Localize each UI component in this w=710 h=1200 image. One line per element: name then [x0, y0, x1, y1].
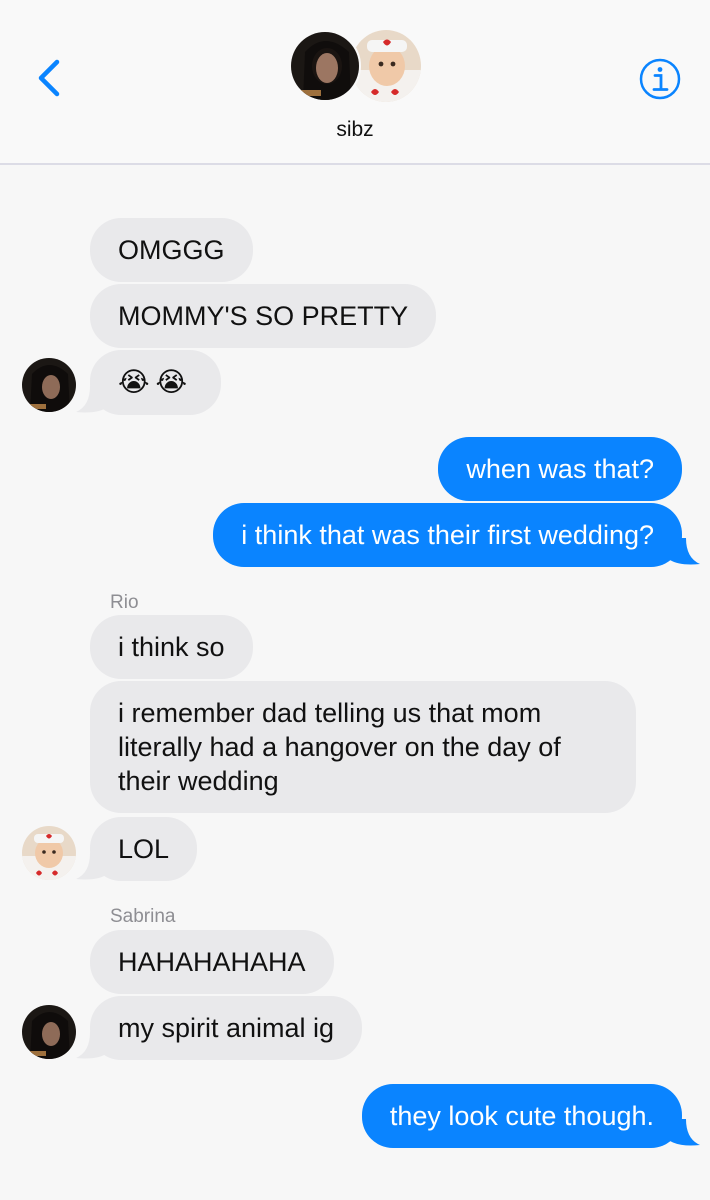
message-text: when was that? [466, 454, 654, 484]
message-text: LOL [118, 834, 170, 864]
group-avatar[interactable] [289, 30, 424, 104]
bubble-tail [670, 1119, 700, 1146]
bubble-tail [76, 1032, 106, 1059]
conversation-header: sibz [0, 0, 710, 165]
message-text: MOMMY'S SO PRETTY [118, 301, 409, 331]
conversation-title[interactable]: sibz [0, 118, 710, 142]
bubble-tail [76, 386, 106, 413]
participant-avatar-rio [351, 30, 421, 102]
bubble-tail [76, 853, 106, 880]
sender-name: Sabrina [110, 906, 176, 927]
message-bubble-outgoing[interactable]: when was that? [438, 437, 682, 501]
message-bubble-outgoing[interactable]: i think that was their first wedding? [213, 503, 682, 567]
message-text: HAHAHAHAHA [118, 947, 306, 977]
sender-avatar-sabrina[interactable] [22, 1005, 76, 1059]
message-bubble-incoming[interactable]: HAHAHAHAHA [90, 930, 334, 994]
message-text: i think that was their first wedding? [241, 520, 654, 550]
message-bubble-incoming[interactable]: MOMMY'S SO PRETTY [90, 284, 437, 348]
message-bubble-incoming[interactable]: my spirit animal ig [90, 996, 363, 1060]
sender-name: Rio [110, 592, 139, 613]
message-bubble-incoming[interactable]: LOL [90, 817, 198, 881]
chevron-left-icon [38, 59, 60, 97]
message-bubble-incoming[interactable]: 😭😭 [90, 350, 222, 415]
message-bubble-incoming[interactable]: i think so [90, 615, 253, 679]
message-bubble-incoming[interactable]: i remember dad telling us that mom liter… [90, 681, 636, 813]
bubble-tail [670, 538, 700, 565]
message-text: they look cute though. [389, 1101, 654, 1131]
message-bubble-incoming[interactable]: OMGGG [90, 218, 253, 282]
back-button[interactable] [30, 56, 70, 100]
message-text: 😭😭 [118, 367, 194, 398]
participant-avatar-sabrina [289, 30, 361, 102]
message-bubble-outgoing[interactable]: they look cute though. [361, 1084, 682, 1148]
message-text: i think so [118, 632, 225, 662]
message-text: i remember dad telling us that mom liter… [118, 698, 561, 796]
info-circle-icon [639, 58, 681, 100]
sender-avatar-sabrina[interactable] [22, 358, 76, 412]
info-button[interactable] [638, 57, 682, 101]
sender-avatar-rio[interactable] [22, 826, 76, 880]
message-text: OMGGG [118, 235, 225, 265]
message-text: my spirit animal ig [118, 1013, 335, 1043]
